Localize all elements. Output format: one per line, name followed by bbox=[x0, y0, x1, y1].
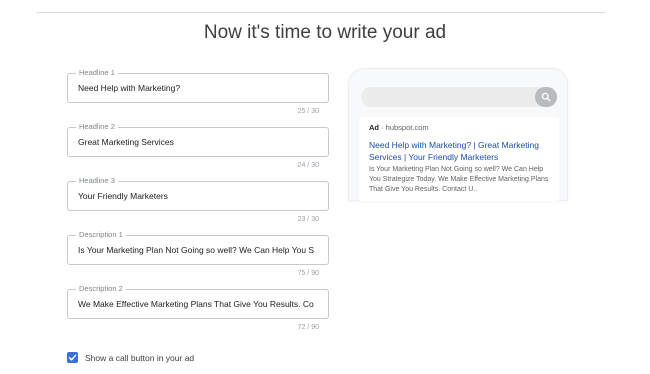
field-label: Headline 2 bbox=[76, 122, 118, 132]
field-value: We Make Effective Marketing Plans That G… bbox=[78, 299, 314, 309]
page-title: Now it's time to write your ad bbox=[203, 22, 447, 43]
field-label: Headline 3 bbox=[76, 176, 118, 186]
field-value: Your Friendly Marketers bbox=[78, 191, 168, 201]
field-label: Description 1 bbox=[76, 230, 126, 240]
headline-3-field: Headline 3 Your Friendly Marketers 23 / … bbox=[67, 176, 329, 223]
ad-badge: Ad bbox=[369, 123, 379, 132]
description-1-input[interactable]: Description 1 Is Your Marketing Plan Not… bbox=[67, 230, 329, 265]
ad-headline: Need Help with Marketing? | Great Market… bbox=[369, 140, 539, 162]
ad-description: Is Your Marketing Plan Not Going so well… bbox=[369, 166, 549, 193]
description-2-input[interactable]: Description 2 We Make Effective Marketin… bbox=[67, 284, 329, 319]
call-button-checkbox[interactable] bbox=[67, 352, 78, 363]
preview-search-bar bbox=[361, 87, 557, 107]
description-1-field: Description 1 Is Your Marketing Plan Not… bbox=[67, 230, 329, 277]
character-counter: 25 / 30 bbox=[297, 108, 319, 115]
check-icon bbox=[68, 354, 77, 361]
ad-domain-line: Ad · hubspot.com bbox=[369, 123, 429, 132]
field-label: Headline 1 bbox=[76, 68, 118, 78]
ad-preview-card: Ad · hubspot.com Need Help with Marketin… bbox=[359, 117, 559, 201]
separator: · bbox=[379, 123, 386, 132]
description-2-field: Description 2 We Make Effective Marketin… bbox=[67, 284, 329, 331]
headline-2-input[interactable]: Headline 2 Great Marketing Services bbox=[67, 122, 329, 157]
headline-1-input[interactable]: Headline 1 Need Help with Marketing? bbox=[67, 68, 329, 103]
divider bbox=[36, 12, 606, 13]
ad-editor-page: Now it's time to write your ad Headline … bbox=[0, 0, 650, 374]
field-value: Is Your Marketing Plan Not Going so well… bbox=[78, 245, 315, 255]
field-label: Description 2 bbox=[76, 284, 126, 294]
call-button-label: Show a call button in your ad bbox=[85, 352, 195, 363]
character-counter: 23 / 30 bbox=[297, 216, 319, 223]
character-counter: 75 / 90 bbox=[297, 270, 319, 277]
ad-domain: hubspot.com bbox=[385, 123, 429, 132]
field-value: Need Help with Marketing? bbox=[78, 83, 181, 93]
headline-3-input[interactable]: Headline 3 Your Friendly Marketers bbox=[67, 176, 329, 211]
field-value: Great Marketing Services bbox=[78, 137, 174, 147]
headline-2-field: Headline 2 Great Marketing Services 24 /… bbox=[67, 122, 329, 169]
character-counter: 72 / 90 bbox=[297, 324, 319, 331]
ad-preview-phone: Ad · hubspot.com Need Help with Marketin… bbox=[348, 68, 568, 201]
search-icon bbox=[535, 87, 557, 107]
headline-1-field: Headline 1 Need Help with Marketing? 25 … bbox=[67, 68, 329, 115]
call-button-option[interactable]: Show a call button in your ad bbox=[67, 352, 194, 363]
character-counter: 24 / 30 bbox=[297, 162, 319, 169]
